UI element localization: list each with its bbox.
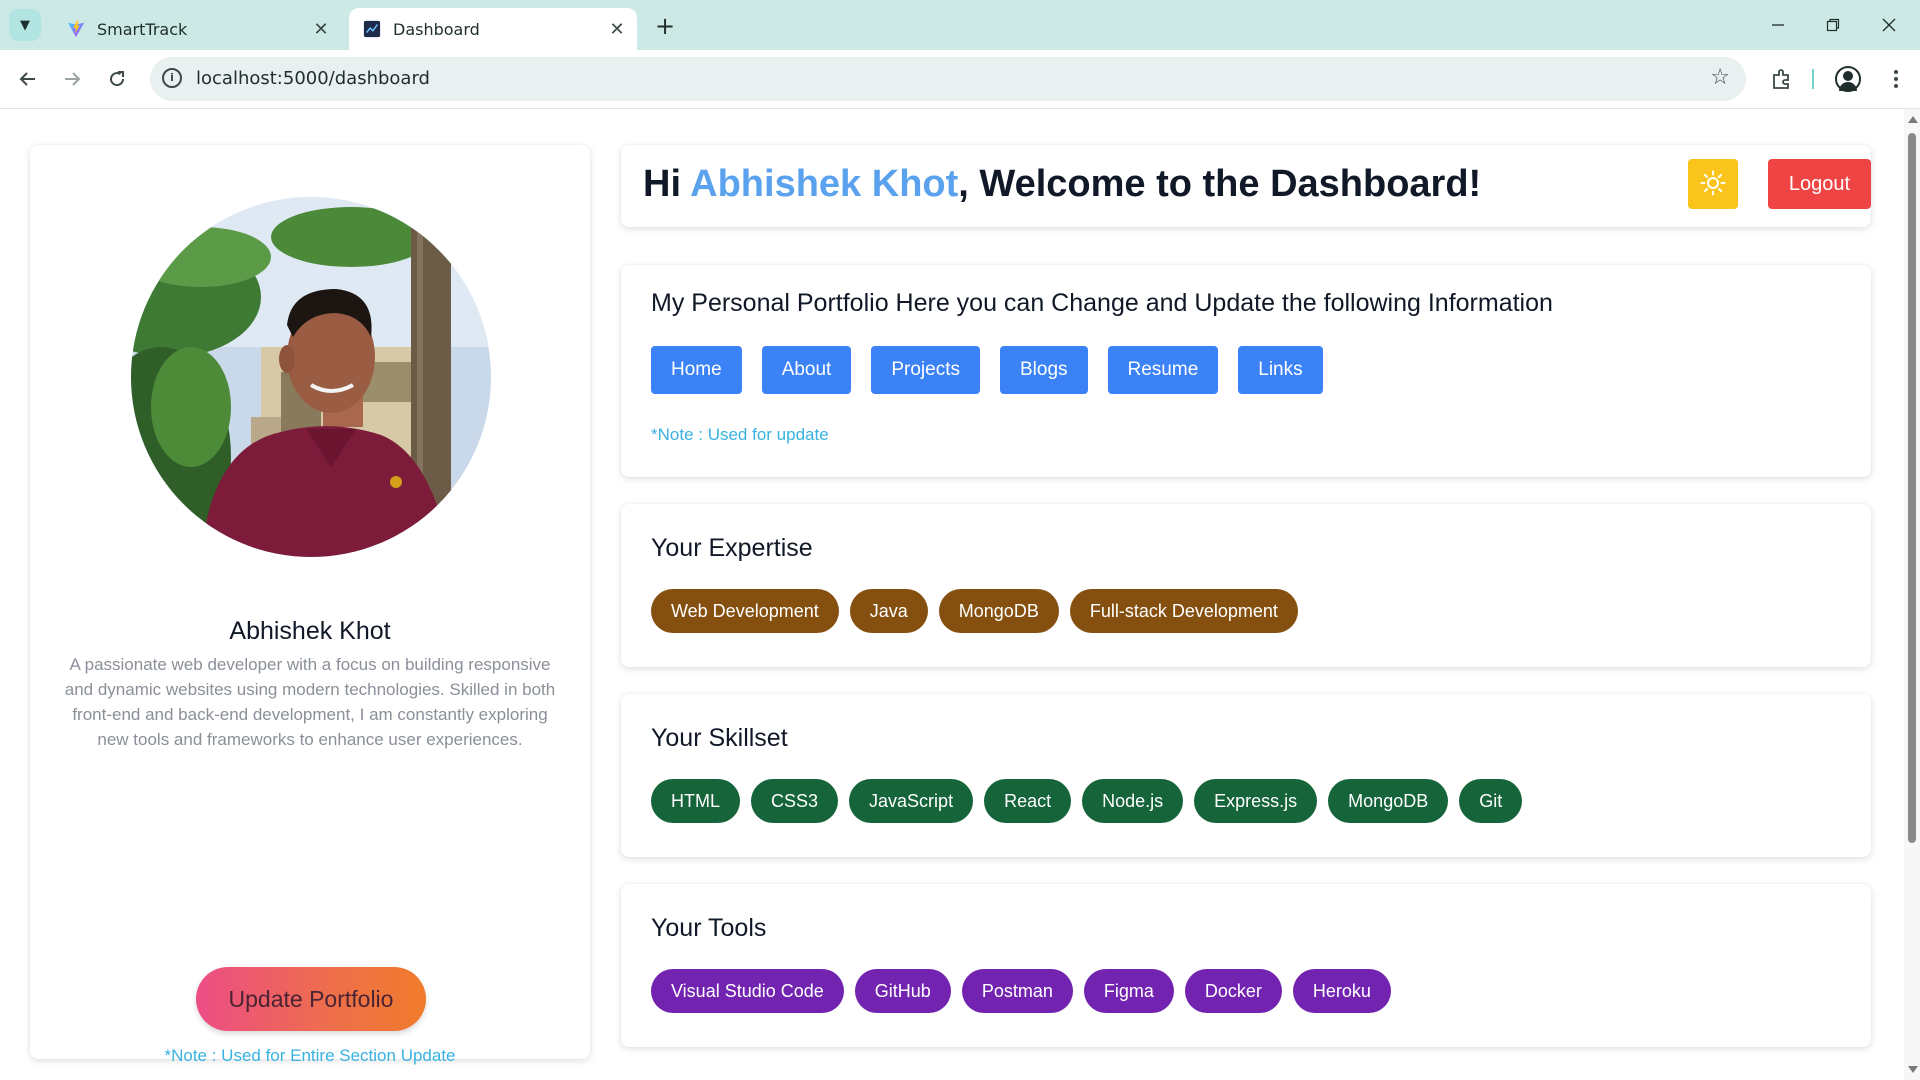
address-bar[interactable]: i localhost:5000/dashboard ☆ bbox=[150, 57, 1746, 101]
section-button-about[interactable]: About bbox=[761, 346, 852, 394]
reload-icon bbox=[110, 71, 125, 87]
profile-photo-illustration bbox=[131, 197, 491, 557]
expertise-title: Your Expertise bbox=[651, 534, 813, 562]
browser-tab-strip: ▼ SmartTrack ✕ Dashboard ✕ + bbox=[0, 0, 1920, 50]
expertise-card: Your Expertise Web Development Java Mong… bbox=[621, 504, 1871, 667]
page-scrollbar[interactable] bbox=[1904, 109, 1920, 1080]
section-button-home[interactable]: Home bbox=[651, 346, 742, 394]
skill-tag: MongoDB bbox=[1328, 779, 1449, 823]
skillset-title: Your Skillset bbox=[651, 724, 788, 752]
tab-title: Dashboard bbox=[393, 19, 480, 39]
star-icon[interactable]: ☆ bbox=[1710, 65, 1730, 90]
close-icon[interactable]: ✕ bbox=[603, 15, 631, 43]
chevron-down-icon: ▼ bbox=[20, 17, 30, 33]
expertise-tag: MongoDB bbox=[938, 589, 1059, 633]
profile-card: Abhishek Khot A passionate web developer… bbox=[30, 145, 590, 1065]
skillset-card: Your Skillset HTML CSS3 JavaScript React… bbox=[621, 694, 1871, 857]
greeting-suffix: , Welcome to the Dashboard! bbox=[958, 163, 1482, 205]
scroll-up-icon[interactable] bbox=[1908, 116, 1918, 123]
vite-logo-icon bbox=[67, 20, 85, 38]
portfolio-note: *Note : Used for update bbox=[651, 425, 829, 444]
url-text[interactable]: localhost:5000/dashboard bbox=[196, 68, 430, 89]
expertise-tag: Full-stack Development bbox=[1069, 589, 1298, 633]
expertise-tag: Web Development bbox=[651, 589, 839, 633]
dashboard-header: Hi Abhishek Khot, Welcome to the Dashboa… bbox=[621, 145, 1871, 227]
close-window-button[interactable] bbox=[1874, 10, 1904, 40]
tab-search-button[interactable]: ▼ bbox=[9, 9, 41, 41]
puzzle-icon bbox=[1773, 69, 1789, 89]
minimize-button[interactable] bbox=[1763, 10, 1793, 40]
scrollbar-thumb[interactable] bbox=[1908, 133, 1916, 843]
page-viewport: Abhishek Khot A passionate web developer… bbox=[0, 109, 1904, 1080]
welcome-heading: Hi Abhishek Khot, Welcome to the Dashboa… bbox=[643, 163, 1481, 206]
section-button-resume[interactable]: Resume bbox=[1107, 346, 1219, 394]
skill-tag: React bbox=[984, 779, 1072, 823]
skill-tag: Express.js bbox=[1194, 779, 1318, 823]
arrow-right-icon bbox=[65, 72, 81, 86]
tools-list: Visual Studio Code GitHub Postman Figma … bbox=[651, 969, 1402, 1013]
theme-toggle-button[interactable] bbox=[1688, 159, 1738, 209]
profile-note: *Note : Used for Entire Section Update bbox=[164, 1046, 456, 1065]
close-icon[interactable]: ✕ bbox=[307, 15, 335, 43]
logout-button[interactable]: Logout bbox=[1768, 159, 1871, 209]
profile-photo bbox=[131, 197, 491, 557]
plus-icon: + bbox=[654, 12, 676, 40]
section-button-links[interactable]: Links bbox=[1238, 346, 1323, 394]
info-icon[interactable]: i bbox=[162, 68, 182, 88]
section-button-blogs[interactable]: Blogs bbox=[999, 346, 1088, 394]
profile-name: Abhishek Khot bbox=[229, 617, 391, 645]
sun-icon bbox=[1700, 170, 1726, 195]
restore-icon bbox=[1826, 18, 1840, 32]
toolbar-divider bbox=[1812, 69, 1814, 89]
skill-tag: Git bbox=[1459, 779, 1523, 823]
tool-tag: Heroku bbox=[1292, 969, 1391, 1013]
expertise-list: Web Development Java MongoDB Full-stack … bbox=[651, 589, 1309, 633]
minimize-icon bbox=[1772, 24, 1784, 26]
tab-title: SmartTrack bbox=[97, 19, 188, 39]
tool-tag: GitHub bbox=[854, 969, 951, 1013]
tool-tag: Figma bbox=[1083, 969, 1174, 1013]
portfolio-sections-card: My Personal Portfolio Here you can Chang… bbox=[621, 265, 1871, 477]
restore-button[interactable] bbox=[1818, 10, 1848, 40]
skill-tag: HTML bbox=[651, 779, 740, 823]
dashboard-favicon-icon bbox=[363, 20, 381, 38]
portfolio-title: My Personal Portfolio Here you can Chang… bbox=[651, 289, 1553, 317]
tools-title: Your Tools bbox=[651, 914, 767, 942]
skill-tag: JavaScript bbox=[849, 779, 974, 823]
tool-tag: Docker bbox=[1184, 969, 1282, 1013]
browser-toolbar: i localhost:5000/dashboard ☆ bbox=[0, 50, 1920, 109]
browser-tab-smarttrack[interactable]: SmartTrack ✕ bbox=[53, 8, 341, 50]
scroll-down-icon[interactable] bbox=[1908, 1066, 1918, 1073]
new-tab-button[interactable]: + bbox=[651, 12, 679, 40]
arrow-left-icon bbox=[19, 72, 35, 86]
greeting-prefix: Hi bbox=[643, 163, 691, 205]
tool-tag: Postman bbox=[961, 969, 1073, 1013]
browser-tab-dashboard[interactable]: Dashboard ✕ bbox=[349, 8, 637, 50]
account-icon[interactable] bbox=[1835, 66, 1861, 92]
expertise-tag: Java bbox=[849, 589, 928, 633]
close-icon bbox=[1882, 18, 1896, 32]
back-button[interactable] bbox=[12, 63, 44, 95]
kebab-menu-icon bbox=[1894, 70, 1898, 88]
forward-button[interactable] bbox=[56, 63, 88, 95]
portfolio-section-buttons: Home About Projects Blogs Resume Links bbox=[651, 346, 1343, 394]
browser-menu-button[interactable] bbox=[1880, 63, 1912, 95]
tool-tag: Visual Studio Code bbox=[651, 969, 844, 1013]
extensions-button[interactable] bbox=[1766, 63, 1798, 95]
skillset-list: HTML CSS3 JavaScript React Node.js Expre… bbox=[651, 779, 1533, 823]
greeting-username: Abhishek Khot bbox=[690, 163, 959, 205]
profile-bio: A passionate web developer with a focus … bbox=[64, 655, 556, 749]
skill-tag: CSS3 bbox=[751, 779, 839, 823]
update-portfolio-button[interactable]: Update Portfolio bbox=[196, 967, 426, 1031]
reload-button[interactable] bbox=[101, 63, 133, 95]
section-button-projects[interactable]: Projects bbox=[871, 346, 980, 394]
tools-card: Your Tools Visual Studio Code GitHub Pos… bbox=[621, 884, 1871, 1047]
skill-tag: Node.js bbox=[1082, 779, 1184, 823]
